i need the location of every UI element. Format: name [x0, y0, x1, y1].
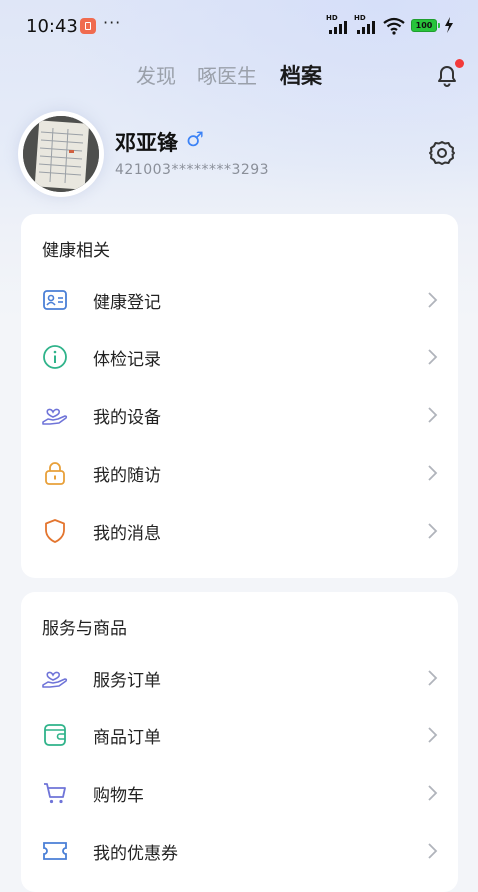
cart-icon [44, 783, 66, 804]
avatar[interactable] [18, 111, 104, 197]
chevron-right-icon [428, 727, 438, 743]
menu-item-my-devices[interactable]: 我的设备 [21, 394, 458, 434]
chevron-right-icon [428, 407, 438, 423]
chevron-right-icon [428, 349, 438, 365]
menu-item-label: 我的随访 [93, 466, 161, 486]
menu-item-label: 购物车 [93, 786, 144, 806]
menu-item-shopping-cart[interactable]: 购物车 [21, 772, 458, 812]
id-card-icon [43, 290, 67, 310]
top-tabs: 发现 啄医生 档案 [0, 60, 478, 90]
more-notifications-indicator: ··· [103, 13, 122, 32]
menu-item-label: 服务订单 [93, 671, 161, 691]
chevron-right-icon [428, 785, 438, 801]
battery-level: 100 [415, 21, 433, 30]
app-notification-icon [80, 18, 96, 34]
menu-item-service-orders[interactable]: 服务订单 [21, 657, 458, 697]
gender-male-icon: ♂ [186, 127, 204, 151]
lock-icon [45, 462, 65, 485]
info-circle-icon [43, 345, 67, 369]
battery-icon: 100 [411, 19, 440, 32]
avatar-image [23, 116, 99, 192]
menu-item-my-messages[interactable]: 我的消息 [21, 510, 458, 550]
coupon-icon [43, 842, 67, 860]
section-title: 健康相关 [42, 241, 110, 261]
menu-item-label: 商品订单 [93, 728, 161, 748]
chevron-right-icon [428, 843, 438, 859]
tab-doctor[interactable]: 啄医生 [197, 60, 257, 89]
wifi-icon [383, 17, 405, 35]
hand-heart-icon [42, 408, 68, 425]
section-title: 服务与商品 [42, 619, 127, 639]
tab-records[interactable]: 档案 [280, 60, 322, 90]
menu-item-label: 我的优惠券 [93, 844, 178, 864]
signal-icon-2: HD [354, 14, 380, 34]
charging-bolt-icon [445, 17, 453, 33]
chevron-right-icon [428, 670, 438, 686]
user-id-number: 421003********3293 [115, 162, 270, 178]
wallet-icon [44, 724, 66, 746]
menu-item-product-orders[interactable]: 商品订单 [21, 714, 458, 754]
services-section-card: 服务与商品 服务订单 商品订单 购物车 我的优惠券 [21, 592, 458, 892]
menu-item-label: 我的消息 [93, 524, 161, 544]
menu-item-label: 我的设备 [93, 408, 161, 428]
menu-item-checkup-records[interactable]: 体检记录 [21, 336, 458, 376]
hand-heart-icon [42, 671, 68, 688]
chevron-right-icon [428, 465, 438, 481]
shield-icon [45, 519, 65, 543]
notification-badge [455, 59, 464, 68]
menu-item-label: 健康登记 [93, 293, 161, 313]
status-time: 10:43 [26, 16, 78, 37]
status-bar: 10:43 ··· HD HD 100 [0, 0, 478, 56]
avatar-photo [23, 116, 99, 192]
user-name: 邓亚锋 [115, 131, 178, 155]
health-section-card: 健康相关 健康登记 体检记录 我的设备 我的随访 我的消息 [21, 214, 458, 578]
signal-icon: HD [326, 14, 352, 34]
menu-item-my-followups[interactable]: 我的随访 [21, 452, 458, 492]
menu-item-label: 体检记录 [93, 350, 161, 370]
chevron-right-icon [428, 523, 438, 539]
tab-discover[interactable]: 发现 [136, 60, 176, 89]
menu-item-health-registration[interactable]: 健康登记 [21, 279, 458, 319]
menu-item-my-coupons[interactable]: 我的优惠券 [21, 830, 458, 870]
gear-icon[interactable] [428, 139, 456, 167]
chevron-right-icon [428, 292, 438, 308]
